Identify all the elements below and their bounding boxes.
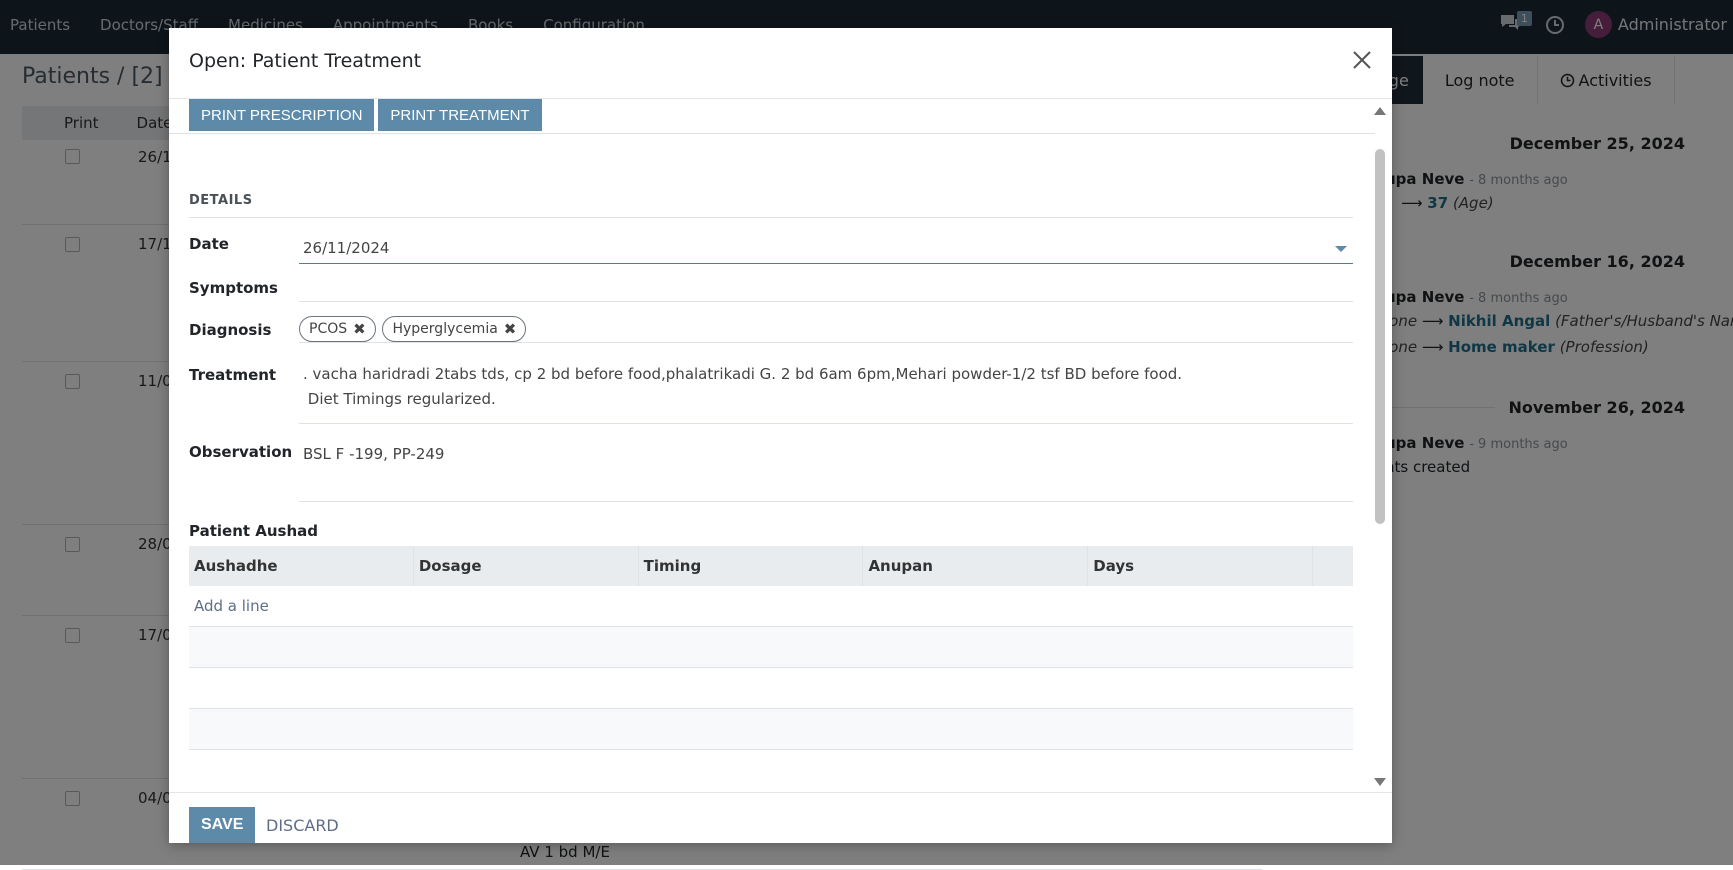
date-label: Date bbox=[189, 235, 229, 253]
observation-field[interactable]: BSL F -199, PP-249 bbox=[299, 435, 1353, 502]
table-row bbox=[189, 627, 1353, 668]
tag-label: Hyperglycemia bbox=[392, 321, 498, 337]
header-buttons: PRINT PRESCRIPTION PRINT TREATMENT bbox=[189, 99, 542, 133]
col-dosage[interactable]: Dosage bbox=[414, 546, 639, 586]
observation-label: Observation bbox=[189, 443, 293, 461]
add-line-button[interactable]: Add a line bbox=[189, 586, 1353, 626]
divider bbox=[189, 217, 1353, 218]
diagnosis-field[interactable]: PCOS ✖ Hyperglycemia ✖ bbox=[299, 313, 1353, 343]
close-icon[interactable]: ✖ bbox=[353, 320, 366, 338]
col-aushadhe[interactable]: Aushadhe bbox=[189, 546, 414, 586]
patient-treatment-dialog: Open: Patient Treatment PRINT PRESCRIPTI… bbox=[169, 28, 1392, 843]
save-button[interactable]: SAVE bbox=[189, 807, 256, 843]
table-header: Aushadhe Dosage Timing Anupan Days bbox=[189, 546, 1353, 586]
treatment-line: . vacha haridradi 2tabs tds, cp 2 bd bef… bbox=[303, 365, 1183, 383]
table-row bbox=[189, 668, 1353, 709]
discard-button[interactable]: DISCARD bbox=[260, 807, 345, 843]
treatment-label: Treatment bbox=[189, 366, 277, 384]
close-icon[interactable]: ✖ bbox=[504, 320, 517, 338]
print-treatment-button[interactable]: PRINT TREATMENT bbox=[378, 99, 542, 131]
diagnosis-tag: PCOS ✖ bbox=[299, 316, 376, 342]
diagnosis-label: Diagnosis bbox=[189, 321, 272, 339]
treatment-field[interactable]: . vacha haridradi 2tabs tds, cp 2 bd bef… bbox=[299, 357, 1353, 424]
modal-title: Open: Patient Treatment bbox=[189, 50, 422, 72]
close-icon[interactable] bbox=[1350, 48, 1374, 72]
diagnosis-tag: Hyperglycemia ✖ bbox=[382, 316, 527, 342]
divider bbox=[169, 133, 1375, 134]
col-actions bbox=[1313, 546, 1353, 586]
table-row bbox=[189, 709, 1353, 750]
symptoms-field[interactable] bbox=[299, 271, 1353, 302]
section-title: DETAILS bbox=[189, 193, 253, 208]
scroll-down-icon[interactable] bbox=[1374, 778, 1386, 786]
scroll-up-icon[interactable] bbox=[1374, 107, 1386, 115]
symptoms-label: Symptoms bbox=[189, 279, 278, 297]
aushad-table: Aushadhe Dosage Timing Anupan Days Add a… bbox=[189, 546, 1353, 750]
chevron-down-icon[interactable] bbox=[1335, 246, 1347, 252]
aushad-title: Patient Aushad bbox=[189, 522, 319, 540]
add-line-row: Add a line bbox=[189, 586, 1353, 627]
modal-footer: SAVE DISCARD bbox=[169, 792, 1392, 844]
col-days[interactable]: Days bbox=[1088, 546, 1314, 586]
modal-header: Open: Patient Treatment bbox=[169, 28, 1392, 99]
tag-label: PCOS bbox=[309, 321, 348, 337]
date-value: 26/11/2024 bbox=[303, 239, 390, 257]
print-prescription-button[interactable]: PRINT PRESCRIPTION bbox=[189, 99, 375, 131]
observation-value: BSL F -199, PP-249 bbox=[303, 445, 445, 463]
treatment-line: Diet Timings regularized. bbox=[303, 390, 496, 408]
date-field[interactable]: 26/11/2024 bbox=[299, 233, 1353, 264]
col-anupan[interactable]: Anupan bbox=[863, 546, 1089, 586]
scrollbar-thumb[interactable] bbox=[1375, 149, 1385, 524]
col-timing[interactable]: Timing bbox=[639, 546, 864, 586]
modal-body: PRINT PRESCRIPTION PRINT TREATMENT DETAI… bbox=[169, 99, 1392, 792]
